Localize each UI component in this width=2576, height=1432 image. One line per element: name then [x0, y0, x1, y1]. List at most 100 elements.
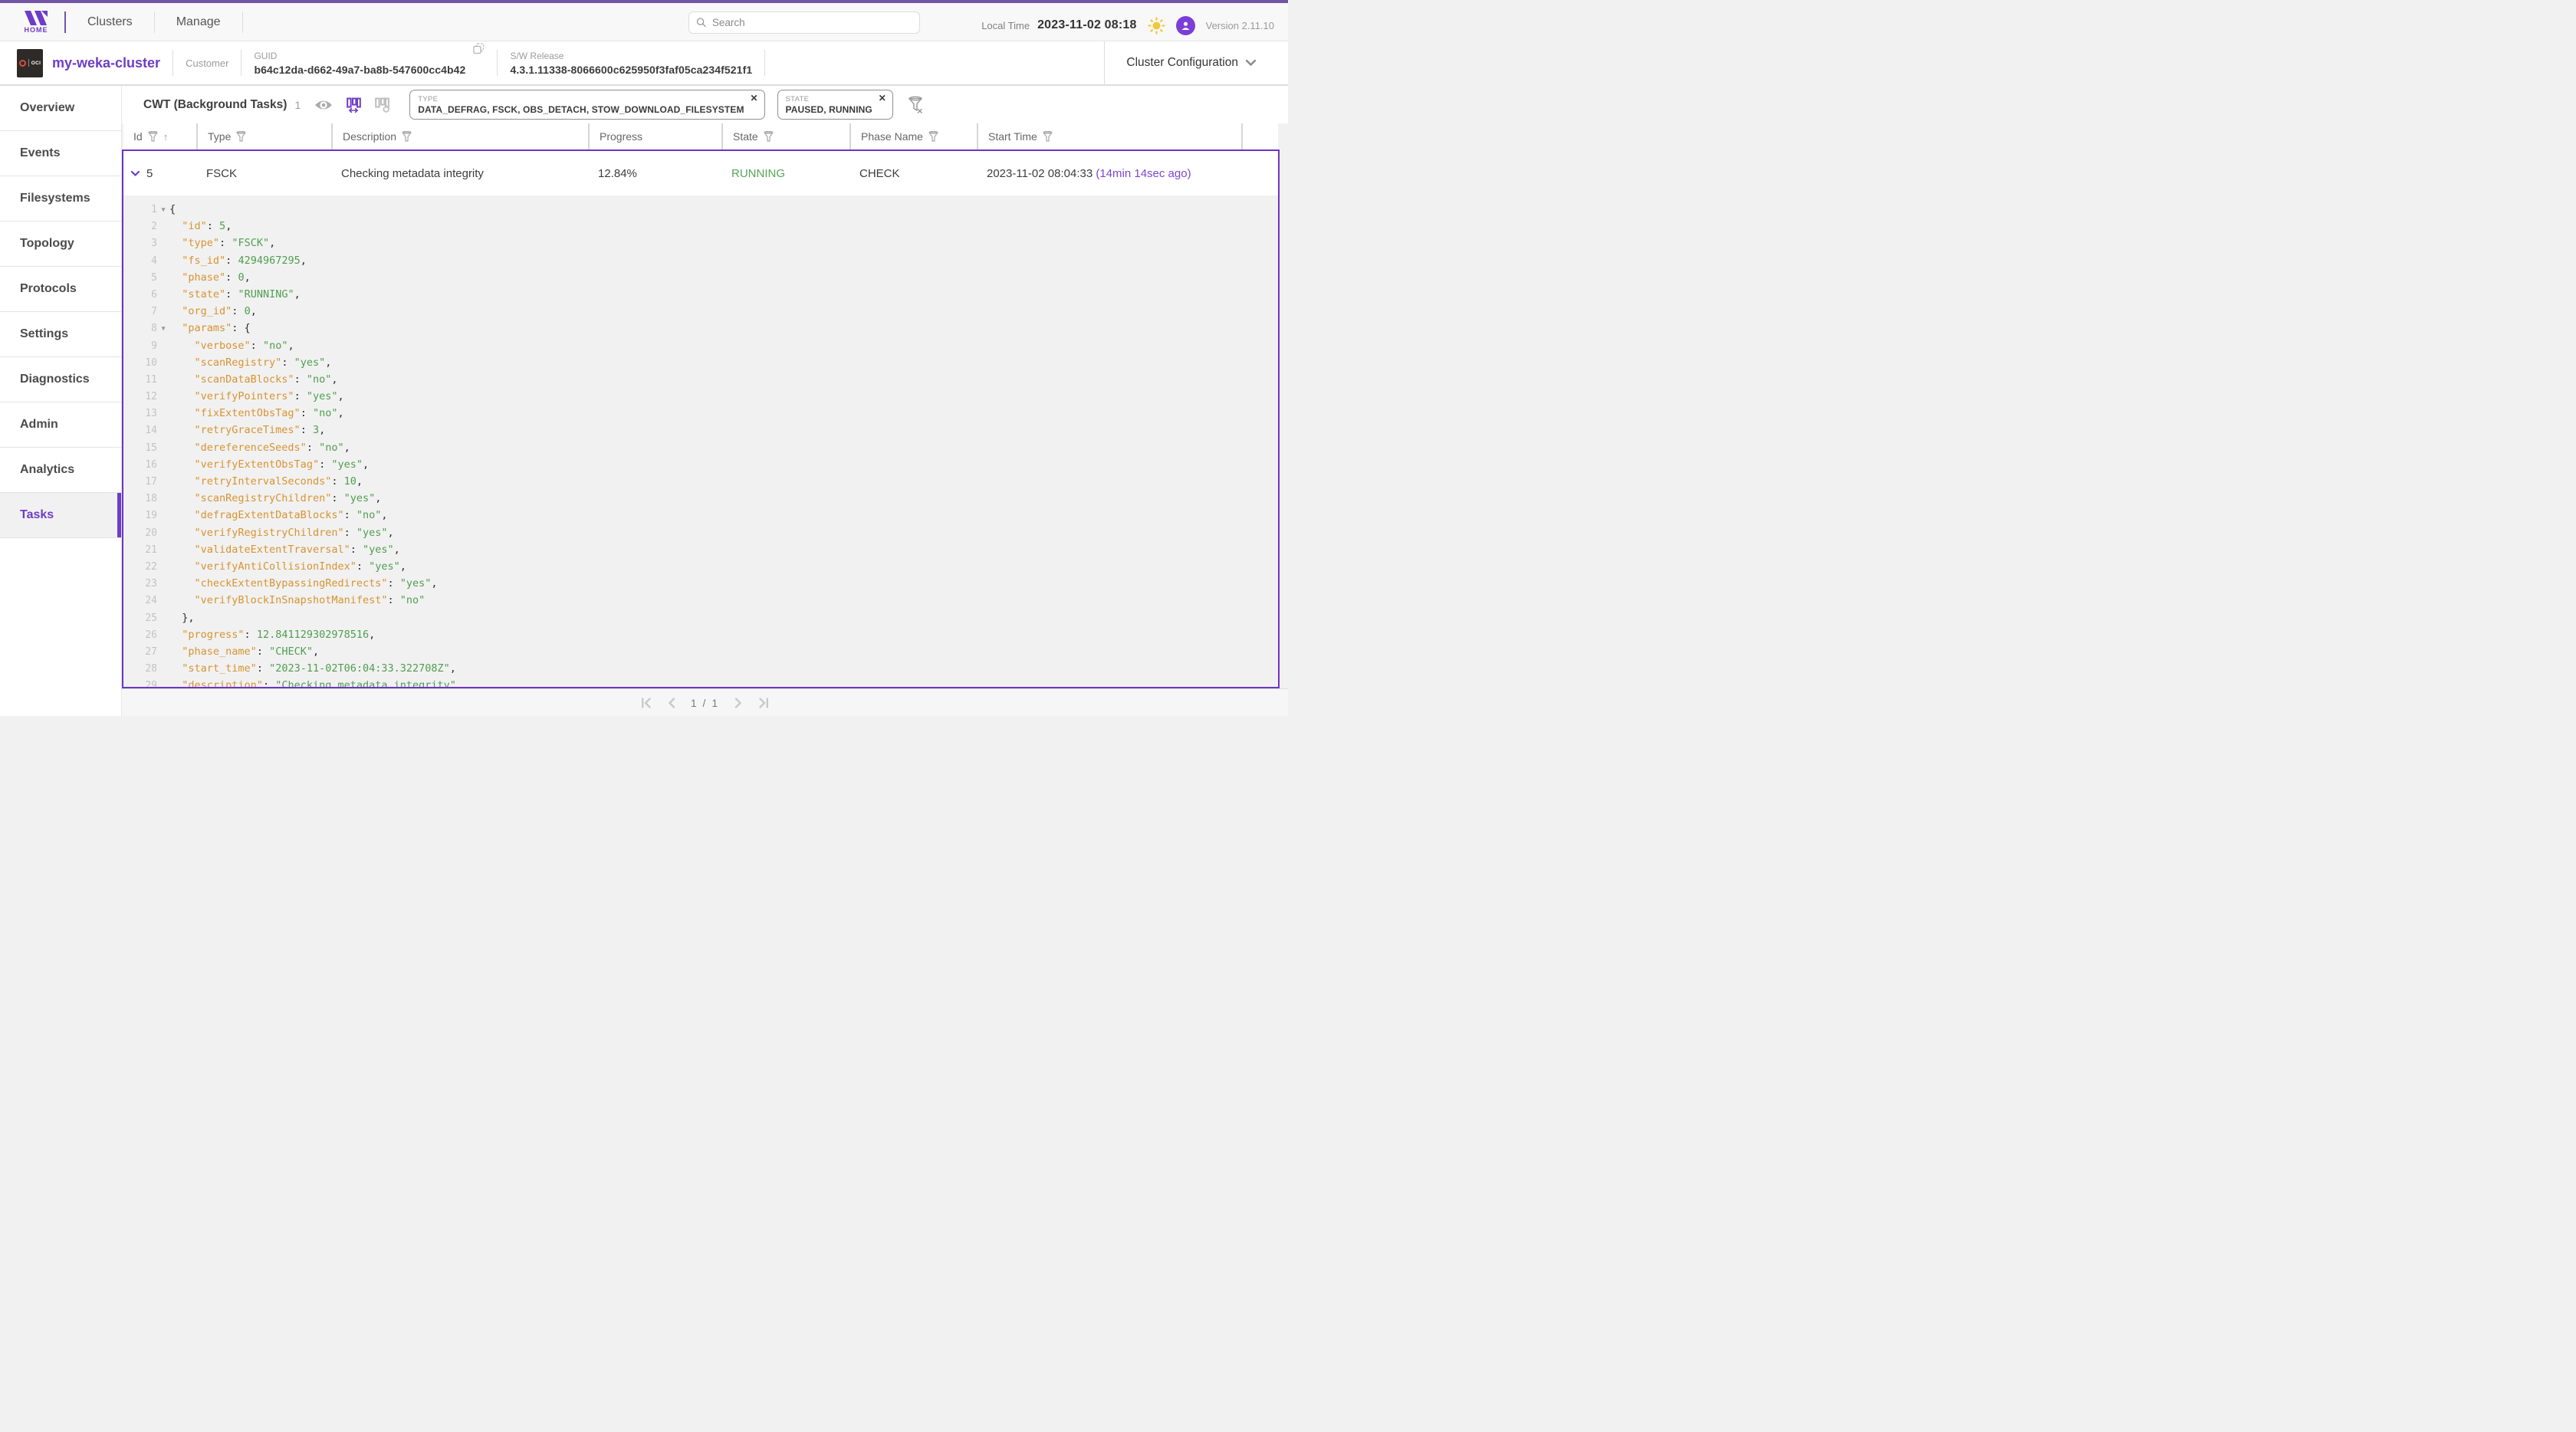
arrow-spacer [157, 345, 169, 347]
sidebar-item-protocols[interactable]: Protocols [0, 267, 121, 312]
last-page-button[interactable] [757, 698, 769, 708]
oci-badge-label: OCI [31, 61, 41, 66]
arrow-spacer [157, 242, 169, 244]
json-code: "scanDataBlocks": "no", [169, 371, 337, 388]
user-icon [1181, 21, 1191, 31]
column-header-type[interactable]: Type [196, 123, 331, 149]
column-header-progress[interactable]: Progress [588, 123, 721, 149]
json-code: "scanRegistry": "yes", [169, 354, 331, 371]
collapse-node-icon[interactable]: ▼ [157, 319, 169, 337]
search-input[interactable] [712, 17, 912, 28]
tasks-toolbar: CWT (Background Tasks) 1 [122, 86, 1288, 123]
home-logo[interactable]: HOME [18, 11, 54, 34]
task-table-row[interactable]: 5 FSCK Checking metadata integrity 12.84… [123, 151, 1278, 195]
line-number: 2 [123, 218, 157, 235]
column-header-id[interactable]: Id ↑ [123, 123, 196, 149]
theme-sun-icon[interactable] [1148, 17, 1165, 34]
copy-guid-icon[interactable] [473, 43, 485, 54]
json-line: 9 "verbose": "no", [123, 337, 1278, 354]
task-id: 5 [146, 167, 153, 180]
nav-divider [242, 11, 243, 33]
user-avatar[interactable] [1176, 16, 1195, 35]
sidebar-item-analytics[interactable]: Analytics [0, 448, 121, 493]
arrow-spacer [157, 310, 169, 312]
column-header-state[interactable]: State [721, 123, 849, 149]
json-code: "id": 5, [169, 218, 232, 235]
filter-funnel-icon[interactable] [764, 131, 774, 143]
pagination-footer: 1 / 1 [122, 688, 1288, 716]
next-page-button[interactable] [734, 698, 742, 708]
release-label: S/W Release [510, 51, 752, 61]
arrow-spacer [157, 464, 169, 465]
filter-funnel-icon[interactable] [1043, 131, 1053, 143]
guid-label: GUID [254, 51, 465, 61]
filter-funnel-icon[interactable] [148, 131, 158, 143]
first-page-button[interactable] [641, 698, 652, 708]
arrow-spacer [157, 277, 169, 278]
sidebar-item-events[interactable]: Events [0, 131, 121, 176]
sidebar-item-admin[interactable]: Admin [0, 402, 121, 448]
fit-columns-icon[interactable] [347, 97, 361, 113]
cluster-configuration-menu[interactable]: Cluster Configuration [1104, 41, 1288, 84]
json-code: "verifyAntiCollisionIndex": "yes", [169, 558, 406, 575]
json-line: 11 "scanDataBlocks": "no", [123, 371, 1278, 388]
watch-eye-icon[interactable] [314, 99, 333, 111]
filter-chip-type[interactable]: TYPE DATA_DEFRAG, FSCK, OBS_DETACH, STOW… [409, 90, 764, 120]
start-time-value: 2023-11-02 08:04:33 [987, 167, 1092, 180]
sidebar: OverviewEventsFilesystemsTopologyProtoco… [0, 86, 122, 716]
remove-filter-icon[interactable]: ✕ [750, 94, 757, 103]
nav-item-manage[interactable]: Manage [155, 3, 242, 41]
collapse-row-chevron-icon[interactable] [131, 171, 140, 176]
arrow-spacer [157, 651, 169, 652]
sidebar-item-diagnostics[interactable]: Diagnostics [0, 357, 121, 402]
task-progress: 12.84% [588, 167, 721, 180]
sidebar-item-tasks[interactable]: Tasks [0, 493, 121, 538]
line-number: 16 [123, 457, 157, 474]
line-number: 23 [123, 576, 157, 593]
json-line: 5 "phase": 0, [123, 269, 1278, 286]
nav-item-clusters[interactable]: Clusters [66, 3, 154, 41]
json-code: "fs_id": 4294967295, [169, 252, 307, 269]
line-number: 19 [123, 507, 157, 524]
sidebar-item-topology[interactable]: Topology [0, 222, 121, 267]
expanded-task-panel: 5 FSCK Checking metadata integrity 12.84… [122, 149, 1280, 688]
json-line: 12 "verifyPointers": "yes", [123, 388, 1278, 405]
search-icon [696, 17, 707, 28]
filter-chip-state[interactable]: STATE PAUSED, RUNNING ✕ [777, 90, 893, 120]
clear-filters-icon[interactable] [907, 96, 924, 114]
sidebar-item-overview[interactable]: Overview [0, 86, 121, 131]
release-value: 4.3.1.11338-8066600c625950f3faf05ca234f5… [510, 64, 752, 76]
column-header-phase-name[interactable]: Phase Name [849, 123, 977, 149]
collapse-node-icon[interactable]: ▼ [157, 200, 169, 218]
json-line: 1▼{ [123, 201, 1278, 218]
line-number: 5 [123, 270, 157, 287]
arrow-spacer [157, 481, 169, 482]
topbar-right-group: Local Time 2023-11-02 08:18 Version 2.11… [981, 6, 1274, 44]
filter-funnel-icon[interactable] [236, 131, 246, 143]
json-line: 20 "verifyRegistryChildren": "yes", [123, 524, 1278, 541]
json-line: 23 "checkExtentBypassingRedirects": "yes… [123, 575, 1278, 592]
arrow-spacer [157, 412, 169, 414]
filter-funnel-icon[interactable] [928, 131, 938, 143]
line-number: 20 [123, 525, 157, 542]
arrow-spacer [157, 447, 169, 448]
arrow-spacer [157, 549, 169, 550]
line-number: 10 [123, 355, 157, 372]
sort-asc-icon[interactable]: ↑ [163, 131, 169, 143]
search-box[interactable] [688, 11, 920, 34]
previous-page-button[interactable] [668, 698, 675, 708]
column-header-start-time[interactable]: Start Time [977, 123, 1241, 149]
json-code: "verifyPointers": "yes", [169, 388, 344, 405]
json-code: "params": { [169, 320, 251, 337]
column-label: Id [133, 130, 143, 143]
line-number: 4 [123, 253, 157, 270]
sidebar-item-filesystems[interactable]: Filesystems [0, 176, 121, 222]
clusterbar-divider [497, 50, 498, 76]
remove-filter-icon[interactable]: ✕ [879, 94, 886, 103]
json-code: "checkExtentBypassingRedirects": "yes", [169, 575, 438, 592]
sidebar-item-settings[interactable]: Settings [0, 312, 121, 357]
column-header-description[interactable]: Description [331, 123, 588, 149]
filter-funnel-icon[interactable] [402, 131, 412, 143]
json-line: 28 "start_time": "2023-11-02T06:04:33.32… [123, 660, 1278, 677]
reset-columns-icon[interactable] [375, 97, 389, 113]
